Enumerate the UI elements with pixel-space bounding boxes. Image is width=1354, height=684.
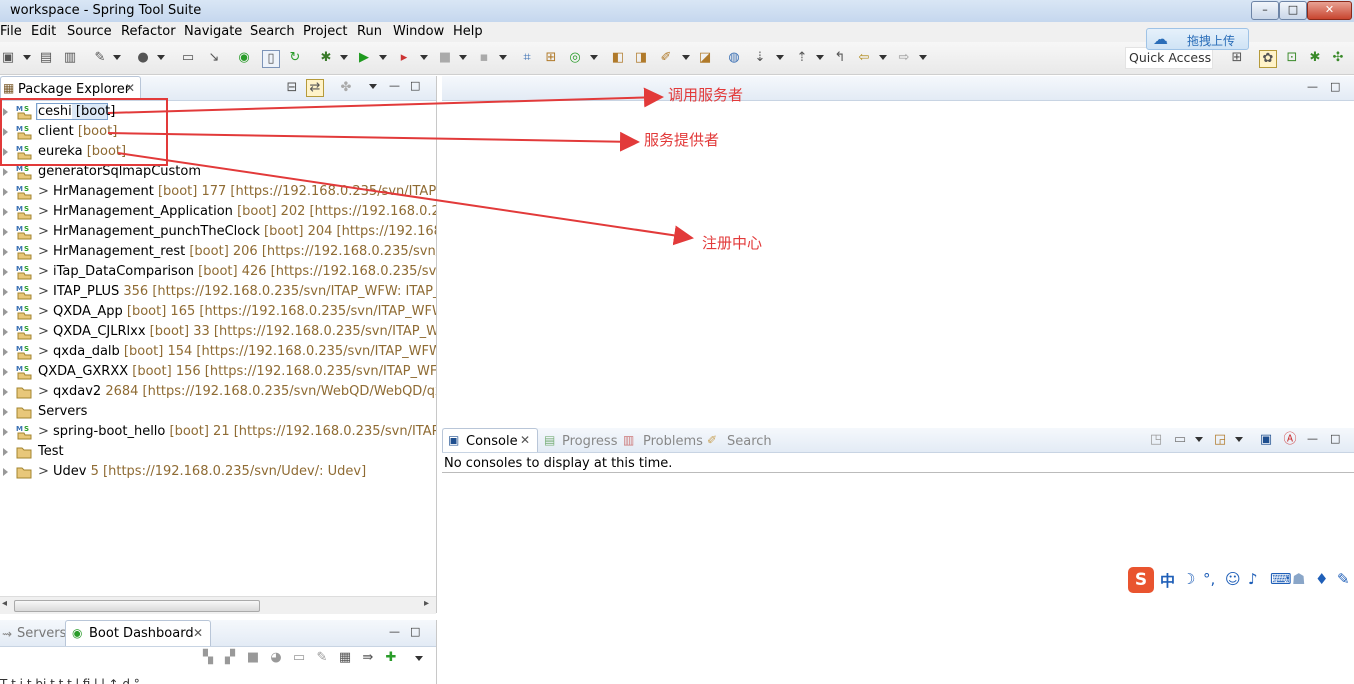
ime-toolbar: S 中 ☽ °, ☺ ♪ ⌨ ☗ ♦ ✎	[1128, 567, 1354, 593]
arrow-caller	[107, 87, 664, 114]
microphone-icon[interactable]: ♪	[1248, 570, 1258, 588]
project-name: ceshi	[38, 104, 72, 119]
punctuation-icon[interactable]: °,	[1203, 570, 1215, 588]
annotation-registry: 注册中心	[702, 234, 763, 252]
ime-mode[interactable]: 中	[1160, 570, 1175, 591]
keyboard-icon[interactable]: ⌨	[1270, 570, 1292, 588]
skin-icon[interactable]: ♦	[1315, 570, 1328, 588]
annotation-provider: 服务提供者	[644, 131, 720, 149]
moon-icon[interactable]: ☽	[1182, 570, 1195, 588]
arrow-registry	[117, 152, 694, 246]
tools-icon[interactable]: ✎	[1337, 570, 1350, 588]
annotation-caller: 调用服务者	[668, 86, 744, 104]
project-decoration: [boot]	[75, 104, 116, 119]
sogou-logo-icon[interactable]: S	[1128, 567, 1154, 593]
user-icon[interactable]: ☗	[1292, 570, 1305, 588]
tree-item-label: ceshi [boot]	[38, 102, 115, 122]
arrow-provider	[107, 131, 640, 152]
emoji-icon[interactable]: ☺	[1225, 570, 1241, 588]
